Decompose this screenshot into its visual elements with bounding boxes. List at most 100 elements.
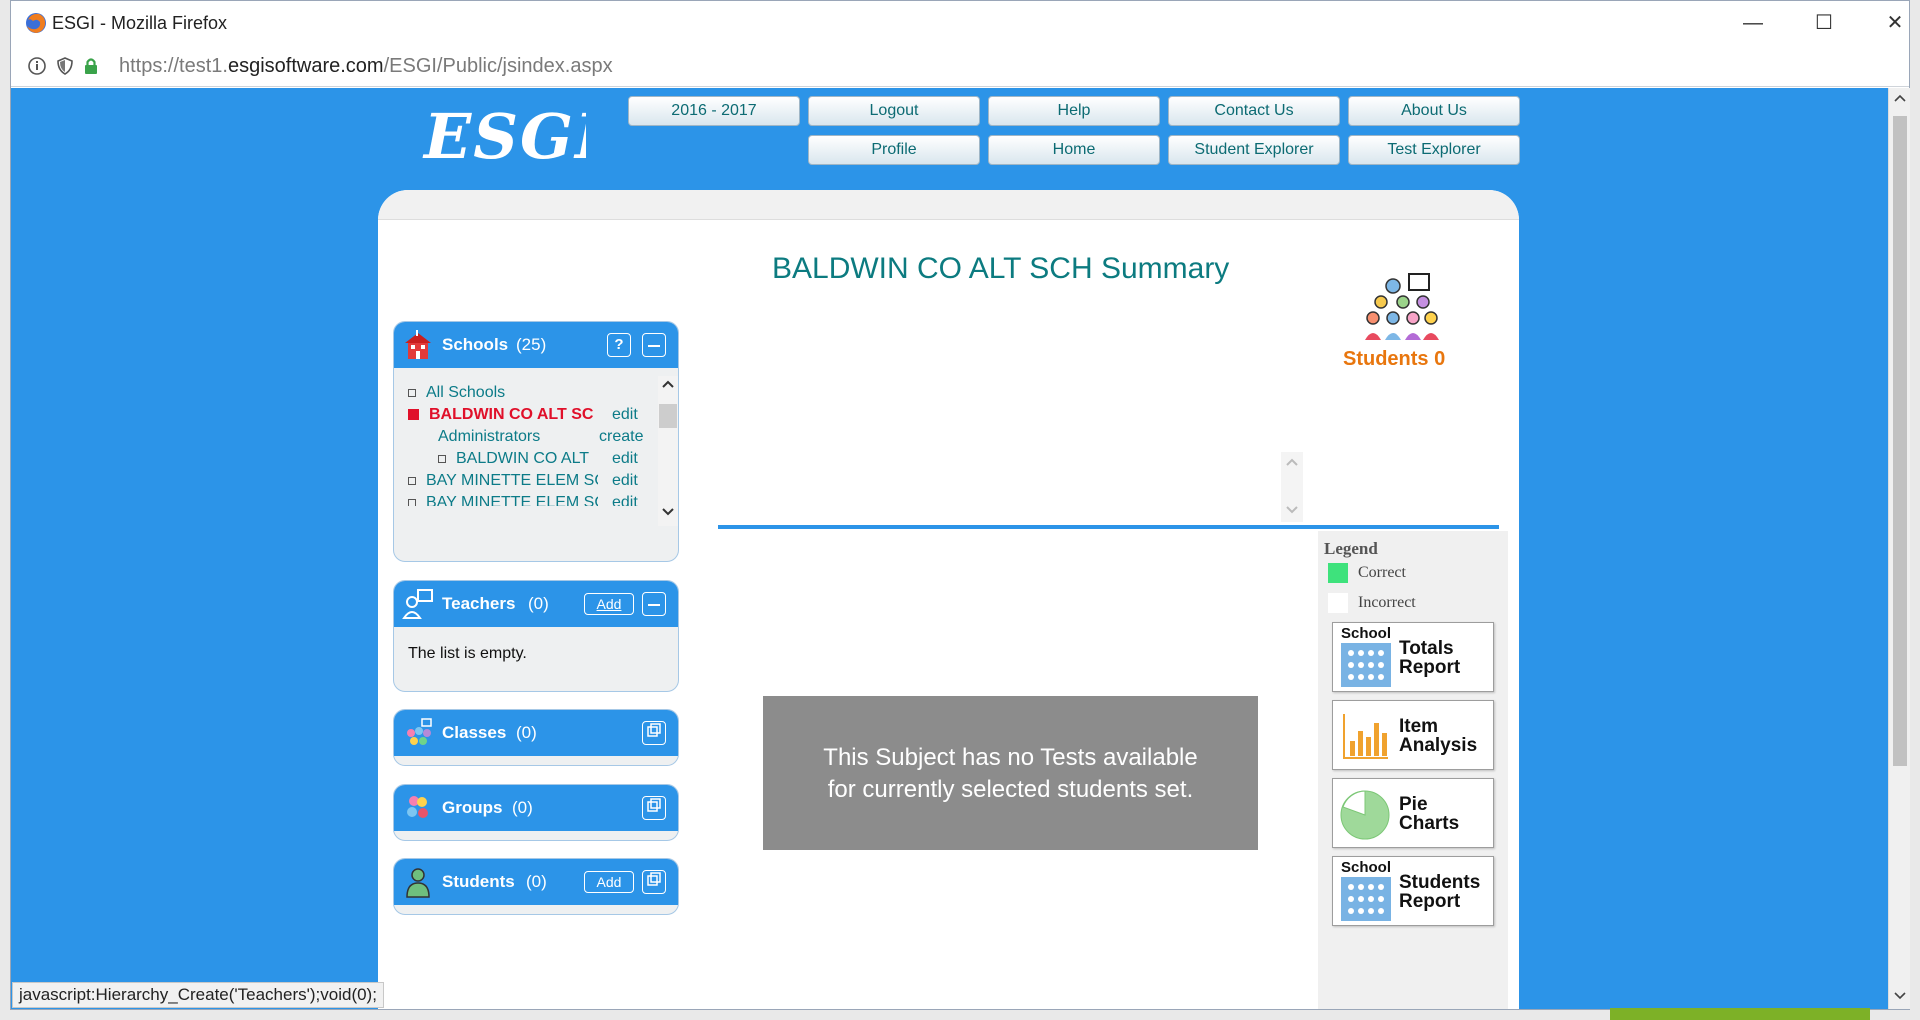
page-viewport: ESGI 2016 - 2017 Logout Help Contact Us … <box>11 88 1888 1009</box>
groups-expand-button[interactable] <box>642 796 666 820</box>
schools-count: (25) <box>516 335 547 354</box>
maximize-button[interactable]: ☐ <box>1804 9 1844 37</box>
shield-icon[interactable] <box>55 56 75 76</box>
schools-tree: All Schools BALDWIN CO ALT SC edit Admin… <box>394 368 678 548</box>
classes-title: Classes <box>442 723 507 742</box>
browser-window: ESGI - Mozilla Firefox — ☐ ✕ https://tes… <box>10 0 1910 1010</box>
info-icon[interactable] <box>27 56 47 76</box>
students-count-label: Students 0 <box>1343 348 1446 370</box>
school-totals-report-button[interactable]: School Totals Report <box>1332 622 1494 692</box>
tree-item-bay-minette[interactable]: BAY MINETTE ELEM SC <box>408 472 598 494</box>
teacher-icon <box>402 589 433 619</box>
url-text[interactable]: https://test1.esgisoftware.com/ESGI/Publ… <box>119 55 613 78</box>
page-scroll-thumb[interactable] <box>1893 116 1907 766</box>
school-students-report-button[interactable]: School Students Report <box>1332 856 1494 926</box>
window-title: ESGI - Mozilla Firefox <box>52 13 228 33</box>
firefox-icon <box>26 13 46 33</box>
no-tests-message: This Subject has no Tests available for … <box>763 696 1258 850</box>
teachers-title: Teachers <box>442 594 516 613</box>
incorrect-swatch <box>1328 593 1348 613</box>
classes-panel-header[interactable]: Classes (0) <box>394 710 678 756</box>
grid-icon <box>1341 643 1391 687</box>
schools-panel-header[interactable]: Schools (25) ? <box>394 322 678 368</box>
report-title-line2: Report <box>1399 657 1461 678</box>
content-top-band <box>378 190 1519 220</box>
schools-help-button[interactable]: ? <box>607 333 631 357</box>
students-panel: Students (0) Add <box>393 858 679 915</box>
tree-item-label: BALDWIN CO ALT SC <box>429 406 594 423</box>
teachers-panel: Teachers (0) Add The list is empty. <box>393 580 679 692</box>
about-us-button[interactable]: About Us <box>1348 96 1520 126</box>
students-group-icon <box>1365 273 1439 340</box>
tree-item-all-schools[interactable]: All Schools <box>408 384 505 406</box>
profile-button[interactable]: Profile <box>808 135 980 165</box>
help-button[interactable]: Help <box>988 96 1160 126</box>
legend-title: Legend <box>1324 539 1378 558</box>
bullet-icon <box>408 498 416 506</box>
teachers-panel-header[interactable]: Teachers (0) Add <box>394 581 678 627</box>
expand-icon <box>647 723 661 737</box>
correct-swatch <box>1328 563 1348 583</box>
chevron-down-icon[interactable] <box>1889 986 1911 1006</box>
tree-item-bay-minette-2[interactable]: BAY MINETTE ELEM SC <box>408 494 598 506</box>
scroll-thumb[interactable] <box>659 404 677 428</box>
test-explorer-button[interactable]: Test Explorer <box>1348 135 1520 165</box>
tree-item-administrators[interactable]: Administrators <box>438 428 540 450</box>
item-analysis-report-button[interactable]: Item Analysis <box>1332 700 1494 770</box>
tree-item-baldwin-child[interactable]: BALDWIN CO ALT <box>438 450 589 472</box>
groups-panel: Groups (0) <box>393 784 679 841</box>
chevron-up-icon[interactable] <box>1889 88 1911 108</box>
student-explorer-button[interactable]: Student Explorer <box>1168 135 1340 165</box>
classes-panel: Classes (0) <box>393 709 679 766</box>
page-scrollbar[interactable] <box>1888 88 1910 1009</box>
chevron-up-icon[interactable] <box>1281 452 1303 472</box>
esgi-logo[interactable]: ESGI <box>416 96 586 176</box>
students-panel-header[interactable]: Students (0) Add <box>394 859 678 905</box>
school-year-button[interactable]: 2016 - 2017 <box>628 96 800 126</box>
add-student-button[interactable]: Add <box>584 871 634 893</box>
student-icon <box>406 868 430 898</box>
summary-title: BALDWIN CO ALT SCH Summary <box>772 252 1230 285</box>
pie-charts-report-button[interactable]: Pie Charts <box>1332 778 1494 848</box>
summary-scrollbar[interactable] <box>1281 452 1303 522</box>
tree-item-baldwin-selected[interactable]: BALDWIN CO ALT SC <box>408 406 598 428</box>
lock-icon[interactable] <box>81 56 101 76</box>
expand-icon <box>647 872 661 886</box>
bullet-icon <box>408 476 416 485</box>
students-expand-button[interactable] <box>642 870 666 894</box>
edit-link[interactable]: edit <box>612 472 638 490</box>
classes-icon <box>407 718 432 745</box>
close-button[interactable]: ✕ <box>1875 9 1915 37</box>
classes-expand-button[interactable] <box>642 721 666 745</box>
address-bar[interactable]: https://test1.esgisoftware.com/ESGI/Publ… <box>11 45 1909 87</box>
grid-icon <box>1341 877 1391 921</box>
students-title: Students <box>442 872 515 891</box>
home-button[interactable]: Home <box>988 135 1160 165</box>
edit-link[interactable]: edit <box>612 406 638 424</box>
groups-count: (0) <box>512 798 533 817</box>
logout-button[interactable]: Logout <box>808 96 980 126</box>
schools-scrollbar[interactable] <box>658 376 678 526</box>
url-domain: esgisoftware.com <box>227 55 384 77</box>
students-count: (0) <box>526 872 547 891</box>
tree-item-label: Administrators <box>438 428 541 445</box>
url-prefix: https://test1. <box>119 55 228 77</box>
chevron-down-icon[interactable] <box>658 504 678 520</box>
contact-us-button[interactable]: Contact Us <box>1168 96 1340 126</box>
create-link[interactable]: create <box>599 428 643 446</box>
edit-link[interactable]: edit <box>612 494 638 506</box>
add-teacher-button[interactable]: Add <box>584 593 634 615</box>
report-title-line1: Totals <box>1399 638 1454 659</box>
edit-link[interactable]: edit <box>612 450 638 468</box>
url-path: /ESGI/Public/jsindex.aspx <box>383 55 613 77</box>
groups-panel-header[interactable]: Groups (0) <box>394 785 678 831</box>
report-title-line1: Item <box>1399 716 1439 737</box>
chevron-up-icon[interactable] <box>658 376 678 392</box>
summary-divider <box>718 525 1499 529</box>
report-scope-label: School <box>1341 625 1392 642</box>
schools-panel: Schools (25) ? All Schools BALDWIN CO AL… <box>393 321 679 562</box>
chevron-down-icon[interactable] <box>1281 500 1303 520</box>
teachers-collapse-button[interactable] <box>642 592 666 616</box>
minimize-button[interactable]: — <box>1733 9 1773 37</box>
schools-collapse-button[interactable] <box>642 333 666 357</box>
